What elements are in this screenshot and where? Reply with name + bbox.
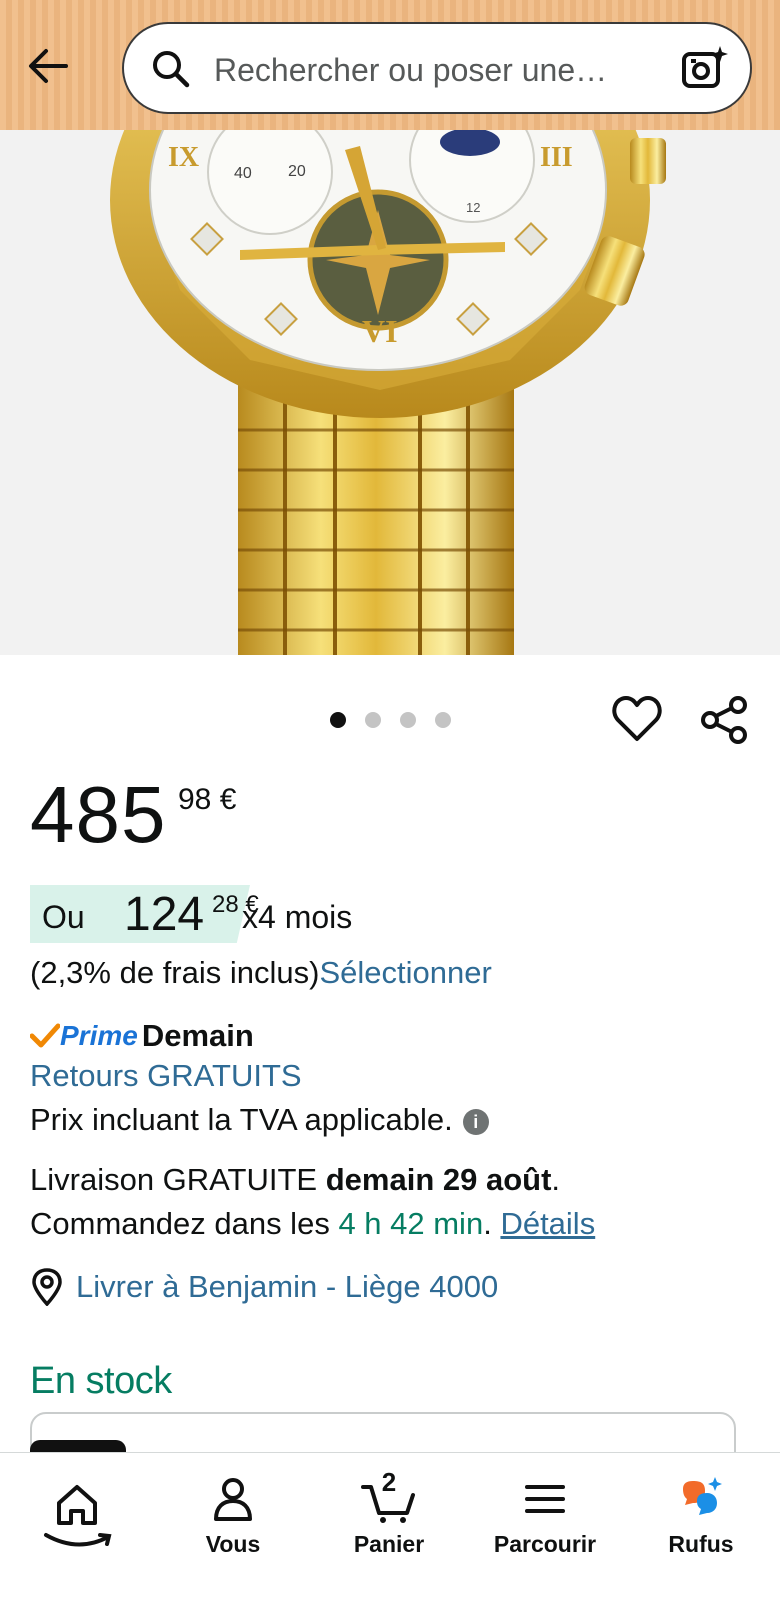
nav-cart-label: Panier [353, 1531, 425, 1557]
nav-you[interactable]: Vous [168, 1453, 298, 1601]
svg-text:III: III [540, 142, 573, 173]
search-input[interactable]: Rechercher ou poser une… [214, 52, 664, 89]
tva-text: Prix incluant la TVA applicable. [30, 1102, 453, 1137]
nav-home[interactable] [12, 1453, 142, 1601]
share-icon[interactable] [700, 695, 750, 745]
home-icon [57, 1485, 97, 1525]
product-image[interactable]: 40 20 12 VI IX III [0, 130, 780, 655]
watch-illustration: 40 20 12 VI IX III [110, 130, 666, 655]
svg-text:12: 12 [466, 200, 480, 215]
delivery-address-link[interactable]: Livrer à Benjamin - Liège 4000 [76, 1269, 498, 1304]
carousel-dot[interactable] [435, 712, 451, 728]
search-bar[interactable]: Rechercher ou poser une… [122, 22, 752, 114]
carousel-dot[interactable] [400, 712, 416, 728]
carousel-dot[interactable] [365, 712, 381, 728]
person-icon [214, 1478, 252, 1521]
details-link[interactable]: Détails [500, 1206, 595, 1241]
order-suffix: . [483, 1206, 501, 1241]
fees-text: (2,3% de frais inclus) [30, 955, 320, 990]
bottom-navigation: Vous 2 Panier Parcourir Rufus [0, 1452, 780, 1601]
nav-rufus-label: Rufus [668, 1531, 734, 1557]
nav-you-label: Vous [205, 1531, 261, 1557]
svg-text:20: 20 [288, 163, 306, 180]
order-prefix: Commandez dans les [30, 1206, 339, 1241]
order-countdown: 4 h 42 min [338, 1206, 484, 1241]
svg-text:40: 40 [234, 165, 252, 182]
svg-text:VI: VI [362, 313, 398, 349]
wishlist-heart-icon[interactable] [612, 695, 662, 743]
menu-icon [525, 1485, 565, 1513]
delivery-info: Livraison GRATUITE demain 29 août. Comma… [30, 1158, 595, 1246]
price: 485 98 € [30, 775, 236, 865]
delivery-date: demain 29 août [325, 1162, 552, 1197]
installment-offer: Ou 124 28 € x4 mois [30, 885, 770, 943]
prime-delivery: Prime Demain [30, 1018, 254, 1058]
nav-cart[interactable]: 2 Panier [324, 1453, 454, 1601]
info-icon[interactable]: i [462, 1108, 489, 1135]
back-arrow-icon[interactable] [22, 40, 74, 92]
installment-suffix: x4 mois [242, 899, 353, 935]
image-carousel-dots[interactable] [330, 712, 470, 728]
search-icon [153, 51, 190, 88]
stock-status: En stock [30, 1360, 172, 1402]
installment-prefix: Ou [42, 899, 85, 935]
nav-browse[interactable]: Parcourir [480, 1453, 610, 1601]
top-bar: Rechercher ou poser une… [0, 0, 780, 130]
smile-logo-icon [44, 1533, 112, 1547]
nav-browse-label: Parcourir [493, 1531, 597, 1557]
rufus-icon [683, 1477, 722, 1515]
delivery-period: . [551, 1162, 561, 1197]
prime-check-icon [30, 1023, 60, 1048]
prime-delivery-day: Demain [141, 1018, 254, 1053]
price-fraction: 98 € [178, 783, 237, 816]
prime-label: Prime [60, 1020, 138, 1051]
installment-amount: 124 [124, 888, 205, 941]
price-whole: 485 [30, 770, 167, 859]
cart-count-badge: 2 [381, 1467, 397, 1497]
fees-line: (2,3% de frais inclus)Sélectionner [30, 955, 492, 991]
svg-text:IX: IX [168, 142, 199, 173]
carousel-dot[interactable] [330, 712, 346, 728]
select-installment-link[interactable]: Sélectionner [319, 955, 491, 990]
location-pin-icon [32, 1268, 62, 1306]
camera-search-icon[interactable] [680, 44, 728, 92]
delivery-prefix: Livraison GRATUITE [30, 1162, 326, 1197]
tva-notice: Prix incluant la TVA applicable. i [30, 1102, 489, 1138]
free-returns-link[interactable]: Retours GRATUITS [30, 1058, 302, 1094]
nav-rufus[interactable]: Rufus [636, 1453, 766, 1601]
delivery-address[interactable]: Livrer à Benjamin - Liège 4000 [30, 1268, 498, 1308]
